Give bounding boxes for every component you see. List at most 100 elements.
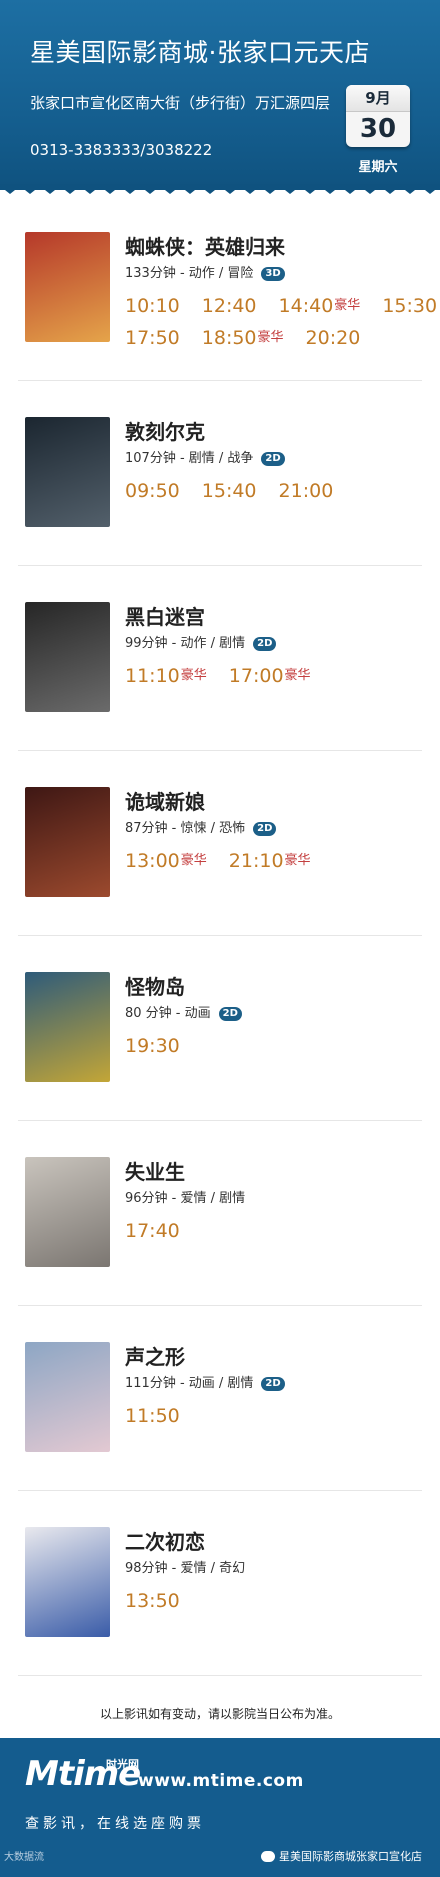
showtime[interactable]: 11:10豪华 [125, 660, 207, 692]
movie-info: 107分钟 - 剧情 / 战争 2D [125, 447, 285, 466]
format-badge: 2D [218, 1007, 242, 1021]
showtime[interactable]: 12:40 [202, 290, 257, 322]
showtime[interactable]: 18:50豪华 [202, 322, 284, 354]
showtime-time: 13:50 [125, 1590, 180, 1612]
showtime[interactable]: 17:50 [125, 322, 180, 354]
logo-m: M [25, 1754, 59, 1794]
movie-duration-genre: 96分钟 - 爱情 / 剧情 [125, 1191, 246, 1206]
showtime-time: 17:50 [125, 327, 180, 349]
luxury-hall-tag: 豪华 [334, 298, 361, 313]
showtimes: 11:10豪华 17:00豪华 [125, 660, 425, 692]
movie-item[interactable]: 怪物岛 80 分钟 - 动画 2D 19:30 [0, 936, 440, 1121]
showtime-time: 11:50 [125, 1405, 180, 1427]
showtime[interactable]: 09:50 [125, 475, 180, 507]
showtime-time: 15:40 [201, 480, 257, 502]
showtime[interactable]: 19:30 [125, 1030, 180, 1062]
header-zigzag-edge [0, 184, 440, 194]
movie-item[interactable]: 诡域新娘 87分钟 - 惊悚 / 恐怖 2D 13:00豪华 21:10豪华 [0, 751, 440, 936]
footer-slogan: 查影讯，在线选座购票 [25, 1816, 205, 1832]
movie-duration-genre: 107分钟 - 剧情 / 战争 [125, 451, 254, 466]
showtimes: 19:30 [125, 1030, 425, 1062]
showtimes: 09:50 15:40 21:00 [125, 475, 425, 507]
format-badge: 2D [261, 1377, 285, 1391]
showtime-time: 18:50 [201, 327, 257, 349]
movie-item[interactable]: 黑白迷宫 99分钟 - 动作 / 剧情 2D 11:10豪华 17:00豪华 [0, 566, 440, 751]
showtime-time: 09:50 [125, 480, 180, 502]
luxury-hall-tag: 豪华 [284, 853, 311, 868]
showtime[interactable]: 21:10豪华 [229, 845, 311, 877]
calendar-month: 9月 [346, 85, 410, 112]
showtime-time: 10:10 [125, 295, 180, 317]
movie-title: 黑白迷宫 [125, 605, 205, 629]
movie-title: 怪物岛 [125, 975, 185, 999]
format-badge: 2D [253, 822, 277, 836]
movie-item[interactable]: 敦刻尔克 107分钟 - 剧情 / 战争 2D 09:50 15:40 21:00 [0, 381, 440, 566]
showtime-time: 13:00 [125, 850, 180, 872]
showtime-row: 17:40 [125, 1215, 425, 1247]
movie-item[interactable]: 蜘蛛侠：英雄归来 133分钟 - 动作 / 冒险 3D 10:10 12:40 14:40… [0, 196, 440, 381]
movie-poster[interactable] [25, 787, 110, 897]
showtime-time: 21:10 [228, 850, 284, 872]
movie-info: 96分钟 - 爱情 / 剧情 [125, 1187, 245, 1206]
showtime-time: 19:30 [125, 1035, 180, 1057]
movie-poster[interactable] [25, 1342, 110, 1452]
format-badge: 2D [261, 452, 285, 466]
cinema-title: 星美国际影商城·张家口元天店 [30, 38, 370, 67]
movie-info: 99分钟 - 动作 / 剧情 2D [125, 632, 277, 651]
showtime-row: 19:30 [125, 1030, 425, 1062]
site-link[interactable]: www.mtime.com [138, 1771, 304, 1791]
wechat-icon [261, 1851, 275, 1862]
luxury-hall-tag: 豪华 [284, 668, 311, 683]
movie-info: 133分钟 - 动作 / 冒险 3D [125, 262, 285, 281]
movie-poster[interactable] [25, 417, 110, 527]
movie-poster[interactable] [25, 602, 110, 712]
logo-cn: 时光网 [106, 1758, 139, 1771]
movie-title: 蜘蛛侠：英雄归来 [125, 235, 285, 259]
movie-poster[interactable] [25, 1157, 110, 1267]
movie-item[interactable]: 声之形 111分钟 - 动画 / 剧情 2D 11:50 [0, 1306, 440, 1491]
showtime[interactable]: 21:00 [279, 475, 334, 507]
showtime[interactable]: 14:40豪华 [279, 290, 361, 322]
showtime[interactable]: 15:30 [382, 290, 437, 322]
account-name: 星美国际影商城张家口宣化店 [279, 1850, 422, 1863]
movie-item[interactable]: 二次初恋 98分钟 - 爱情 / 奇幻 13:50 [0, 1491, 440, 1676]
movie-poster[interactable] [25, 972, 110, 1082]
showtime-time: 21:00 [278, 480, 334, 502]
showtime[interactable]: 13:50 [125, 1585, 180, 1617]
luxury-hall-tag: 豪华 [257, 330, 284, 345]
movie-poster[interactable] [25, 232, 110, 342]
movie-poster[interactable] [25, 1527, 110, 1637]
divider [18, 1675, 422, 1676]
cinema-header: 星美国际影商城·张家口元天店 张家口市宣化区南大街（步行街）万汇源四层 0313… [0, 0, 440, 190]
movie-title: 二次初恋 [125, 1530, 205, 1554]
movie-info: 111分钟 - 动画 / 剧情 2D [125, 1372, 285, 1391]
showtime[interactable]: 15:40 [202, 475, 257, 507]
showtime-time: 12:40 [201, 295, 257, 317]
movie-info: 87分钟 - 惊悚 / 恐怖 2D [125, 817, 277, 836]
movie-item[interactable]: 失业生 96分钟 - 爱情 / 剧情 17:40 [0, 1121, 440, 1306]
showtime-time: 20:20 [305, 327, 361, 349]
showtime[interactable]: 20:20 [306, 322, 361, 354]
showtime-time: 14:40 [278, 295, 334, 317]
movie-duration-genre: 111分钟 - 动画 / 剧情 [125, 1376, 254, 1391]
movie-info: 80 分钟 - 动画 2D [125, 1002, 242, 1021]
movie-duration-genre: 133分钟 - 动作 / 冒险 [125, 266, 254, 281]
calendar-day: 30 [359, 114, 397, 144]
luxury-hall-tag: 豪华 [180, 668, 207, 683]
showtime-row: 10:10 12:40 14:40豪华 15:30 [125, 290, 437, 322]
wechat-account: 星美国际影商城张家口宣化店 [261, 1848, 422, 1864]
showtime[interactable]: 10:10 [125, 290, 180, 322]
showtimes: 10:10 12:40 14:40豪华 15:30 17:50 18:50豪华 20:20 [125, 290, 437, 354]
showtime[interactable]: 17:00豪华 [229, 660, 311, 692]
showtime[interactable]: 17:40 [125, 1215, 180, 1247]
movie-duration-genre: 80 分钟 - 动画 [125, 1006, 211, 1021]
mtime-footer: Mtime 时光网 www.mtime.com 查影讯，在线选座购票 大数据流 … [0, 1738, 440, 1877]
movie-title: 失业生 [125, 1160, 185, 1184]
showtimes: 17:40 [125, 1215, 425, 1247]
showtime[interactable]: 13:00豪华 [125, 845, 207, 877]
cinema-phone: 0313-3383333/3038222 [30, 141, 213, 159]
luxury-hall-tag: 豪华 [180, 853, 207, 868]
showtime[interactable]: 11:50 [125, 1400, 180, 1432]
showtime-row: 11:10豪华 17:00豪华 [125, 660, 425, 692]
showtime-time: 11:10 [125, 665, 180, 687]
